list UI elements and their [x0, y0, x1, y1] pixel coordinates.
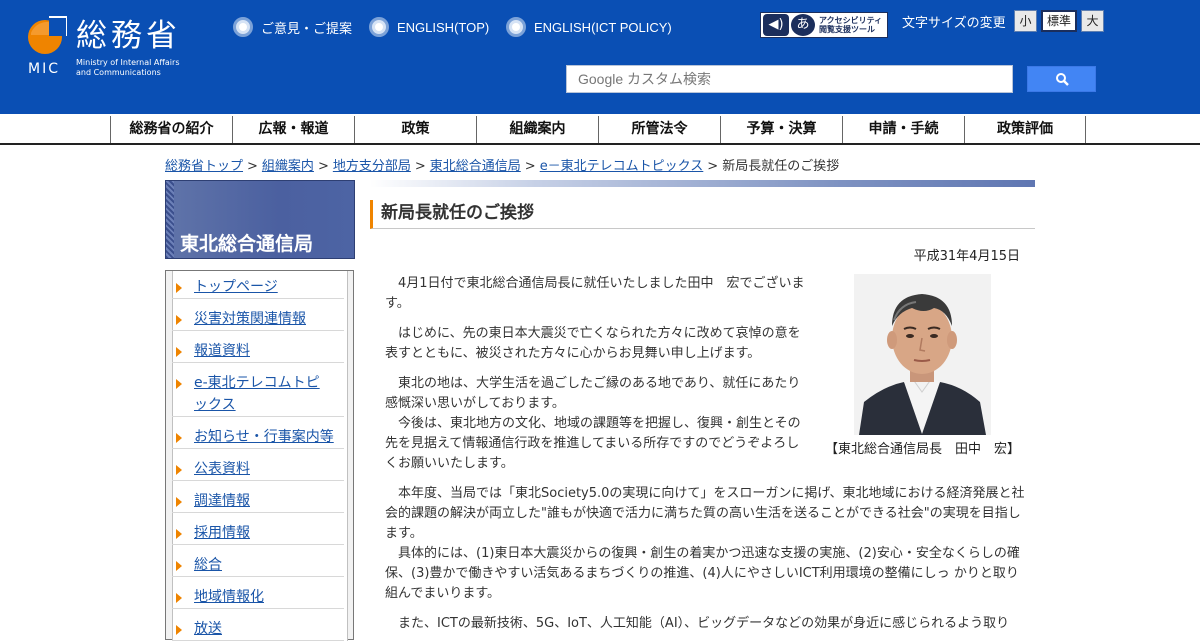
sidebar-item-press[interactable]: 報道資料 [172, 340, 344, 363]
paragraph-line: 東北の地は、大学生活を過ごしたご縁のある地であり、就任にあたり [385, 376, 801, 391]
sidebar-item-notices[interactable]: お知らせ・行事案内等 [172, 426, 344, 449]
paragraph-line: 具体的には、(1)東日本大震災からの復興・創生の着実かつ迅速な支援の実施、(2)… [385, 546, 1020, 561]
paragraph-line: 今後は、東北地方の文化、地域の課題等を把握し、復興・創生とその [385, 416, 801, 431]
logo-title[interactable]: 総務省 [76, 18, 181, 54]
sidebar-title-stripe [166, 181, 174, 258]
radio-bullet-icon [233, 17, 253, 37]
publish-date: 平成31年4月15日 [913, 249, 1020, 264]
paragraph-line: す。 [385, 296, 410, 311]
radio-bullet-icon [369, 17, 389, 37]
accessibility-tool-label-line2: 閲覧支援ツール [819, 25, 875, 34]
portrait-caption: 【東北総合通信局長 田中 宏】 [825, 442, 1021, 457]
logo-english-line2: and Communications [76, 68, 161, 77]
paragraph-2: はじめに、先の東日本大震災で亡くなられた方々に改めて哀悼の意を 表すとともに、被… [385, 324, 801, 364]
sidebar-item-telecom-topics[interactable]: e-東北テレコムトピ [172, 372, 344, 394]
english-top-link-label: ENGLISH(TOP) [397, 19, 490, 35]
paragraph-1: 4月1日付で東北総合通信局長に就任いたしました田中 宏でございま す。 [385, 274, 805, 314]
search-button[interactable] [1027, 66, 1096, 92]
global-navigation: 総務省の紹介 広報・報道 政策 組織案内 所管法令 予算・決算 申請・手続 政策… [0, 114, 1200, 145]
title-decoration-bar [370, 180, 1035, 187]
ministry-logo-icon[interactable] [27, 13, 67, 57]
sidebar-item-public-docs[interactable]: 公表資料 [172, 458, 344, 481]
font-size-standard-button[interactable]: 標準 [1041, 10, 1077, 32]
sidebar-item-disaster[interactable]: 災害対策関連情報 [172, 308, 344, 331]
font-size-small-button[interactable]: 小 [1014, 10, 1037, 32]
breadcrumb-link-telecom-topics[interactable]: e－東北テレコムトピックス [540, 159, 704, 174]
breadcrumb: 総務省トップ > 組織案内 > 地方支分部局 > 東北総合通信局 > e－東北テレコムトピックス… [165, 155, 839, 174]
paragraph-line: はじめに、先の東日本大震災で亡くなられた方々に改めて哀悼の意を [385, 326, 801, 341]
search-input[interactable]: Google カスタム検索 [566, 65, 1013, 93]
nav-item-applications[interactable]: 申請・手続 [842, 116, 964, 143]
search-icon [1056, 73, 1069, 86]
nav-item-press[interactable]: 広報・報道 [232, 116, 354, 143]
breadcrumb-link-regional-offices[interactable]: 地方支分部局 [333, 159, 411, 174]
opinion-link-label: ご意見・ご提案 [261, 20, 353, 36]
breadcrumb-current: 新局長就任のご挨拶 [722, 159, 840, 174]
nav-item-about[interactable]: 総務省の紹介 [110, 116, 232, 143]
sidebar-item-top-page[interactable]: トップページ [172, 276, 344, 299]
sidebar-item-general[interactable]: 総合 [172, 554, 344, 577]
nav-item-budget[interactable]: 予算・決算 [720, 116, 842, 143]
paragraph-line: くお願いいたします。 [385, 456, 514, 471]
hiragana-a-icon: あ [791, 14, 815, 36]
font-size-label: 文字サイズの変更 [902, 16, 1006, 31]
breadcrumb-separator: > [247, 159, 258, 174]
paragraph-line: 保、(3)豊かで働きやすい活気あるまちづくりの推進、(4)人にやさしいICT利用… [385, 566, 1019, 581]
paragraph-line: 先を見据えて情報通信行政を推進してまいる所存ですのでどうぞよろし [385, 436, 800, 451]
accessibility-tool-label: アクセシビリティ 閲覧支援ツール [819, 16, 882, 34]
sidebar-item-telecom-topics-line2[interactable]: ックス [172, 394, 344, 417]
breadcrumb-separator: > [317, 159, 329, 174]
breadcrumb-separator: > [414, 159, 426, 174]
director-portrait [854, 274, 991, 435]
sidebar-item-procurement[interactable]: 調達情報 [172, 490, 344, 513]
paragraph-line: ます。 [385, 526, 423, 541]
english-top-link[interactable]: ENGLISH(TOP) [369, 17, 489, 37]
logo-abbreviation: MIC [28, 61, 60, 77]
logo-english-line1: Ministry of Internal Affairs [76, 58, 180, 67]
paragraph-line: 会的課題の解決が両立した"誰もが快適で活力に満ちた質の高い生活を送ることができる… [385, 506, 1021, 521]
logo-english-name: Ministry of Internal Affairs and Communi… [76, 58, 216, 78]
breadcrumb-link-organization[interactable]: 組織案内 [262, 159, 314, 174]
breadcrumb-link-tohoku-bureau[interactable]: 東北総合通信局 [430, 159, 521, 174]
paragraph-3: 東北の地は、大学生活を過ごしたご縁のある地であり、就任にあたり 感慨深い思いがし… [385, 374, 801, 474]
breadcrumb-separator: > [707, 159, 719, 174]
paragraph-line: 組んでまいります。 [385, 586, 501, 601]
nav-item-laws[interactable]: 所管法令 [598, 116, 720, 143]
sidebar-item-regional-informatization[interactable]: 地域情報化 [172, 586, 344, 609]
paragraph-line: また、ICTの最新技術、5G、IoT、人工知能（AI）、ビッグデータなどの効果が… [385, 616, 1010, 631]
font-size-large-button[interactable]: 大 [1081, 10, 1104, 32]
sidebar-item-recruitment[interactable]: 採用情報 [172, 522, 344, 545]
site-header: 総務省 MIC Ministry of Internal Affairs and… [0, 0, 1200, 114]
sidebar-title[interactable]: 東北総合通信局 [180, 229, 313, 256]
speaker-icon: ◀) [763, 14, 789, 36]
nav-item-evaluation[interactable]: 政策評価 [964, 116, 1086, 143]
portrait-image [854, 274, 991, 435]
paragraph-4: 本年度、当局では「東北Society5.0の実現に向けて」をスローガンに掲げ、東… [385, 484, 1025, 604]
paragraph-line: 感慨深い思いがしております。 [385, 396, 565, 411]
paragraph-line: 表すとともに、被災された方々に心からお見舞い申し上げます。 [385, 346, 761, 361]
paragraph-line: 本年度、当局では「東北Society5.0の実現に向けて」をスローガンに掲げ、東… [385, 486, 1025, 501]
page-title: 新局長就任のご挨拶 [370, 200, 1035, 229]
nav-item-policy[interactable]: 政策 [354, 116, 476, 143]
sidebar-menu: トップページ 災害対策関連情報 報道資料 e-東北テレコムトピ ックス お知らせ… [165, 270, 354, 641]
radio-bullet-icon [506, 17, 526, 37]
english-ict-policy-link-label: ENGLISH(ICT POLICY) [534, 19, 672, 35]
breadcrumb-link-home[interactable]: 総務省トップ [165, 159, 243, 174]
accessibility-tool-label-line1: アクセシビリティ [819, 16, 883, 25]
paragraph-5: また、ICTの最新技術、5G、IoT、人工知能（AI）、ビッグデータなどの効果が… [385, 614, 1009, 634]
breadcrumb-separator: > [524, 159, 536, 174]
accessibility-tool-button[interactable]: ◀) あ アクセシビリティ 閲覧支援ツール [760, 12, 888, 38]
paragraph-line: 4月1日付で東北総合通信局長に就任いたしました田中 宏でございま [385, 276, 805, 291]
sidebar-title-panel: 東北総合通信局 [165, 180, 355, 259]
nav-item-organization[interactable]: 組織案内 [476, 116, 598, 143]
english-ict-policy-link[interactable]: ENGLISH(ICT POLICY) [506, 17, 672, 37]
opinion-link[interactable]: ご意見・ご提案 [233, 17, 352, 37]
